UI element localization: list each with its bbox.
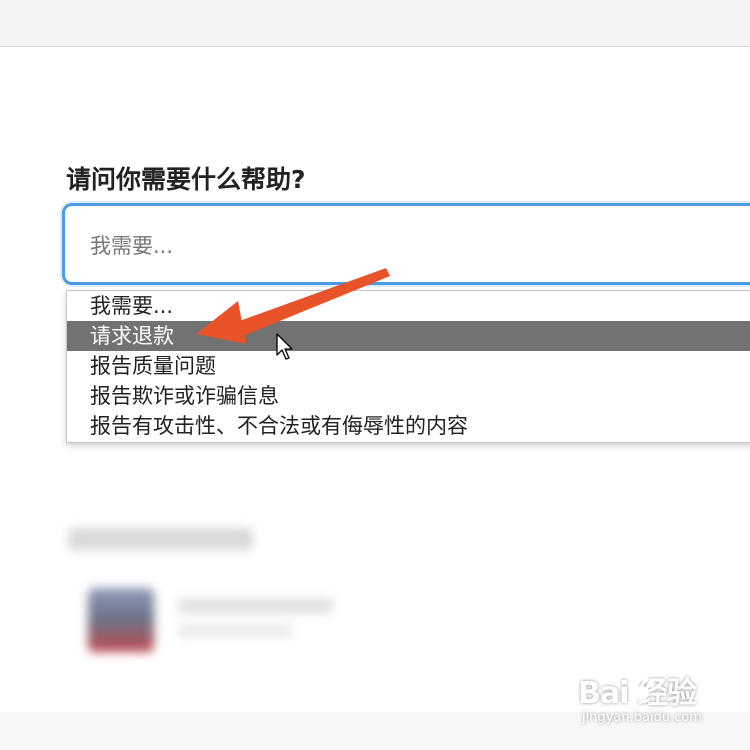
help-question-label: 请问你需要什么帮助? xyxy=(66,165,306,194)
watermark-url: jingyan.baidu.com xyxy=(582,710,702,725)
option-request-refund[interactable]: 请求退款 xyxy=(67,321,750,351)
dropdown-list: 我需要... 请求退款 报告质量问题 报告欺诈或诈骗信息 报告有攻击性、不合法或… xyxy=(66,290,750,443)
help-reason-select[interactable]: 我需要... xyxy=(62,203,750,285)
paw-icon xyxy=(628,675,655,700)
blurred-text-line xyxy=(178,598,333,614)
top-bar xyxy=(0,0,750,47)
option-report-quality-issue[interactable]: 报告质量问题 xyxy=(67,351,750,381)
option-report-fraud[interactable]: 报告欺诈或诈骗信息 xyxy=(67,381,750,411)
option-placeholder[interactable]: 我需要... xyxy=(67,291,750,321)
mouse-pointer-icon xyxy=(276,333,293,360)
page: 请问你需要什么帮助? 我需要... 我需要... 请求退款 报告质量问题 报告欺… xyxy=(0,0,750,750)
select-current-value: 我需要... xyxy=(90,234,174,258)
blurred-text-line xyxy=(178,624,293,638)
blurred-product-thumbnail xyxy=(88,588,154,652)
option-report-offensive-content[interactable]: 报告有攻击性、不合法或有侮辱性的内容 xyxy=(67,411,750,441)
watermark: Bai 经验 jingyan.baidu.com xyxy=(578,668,718,730)
blurred-heading xyxy=(68,528,253,550)
